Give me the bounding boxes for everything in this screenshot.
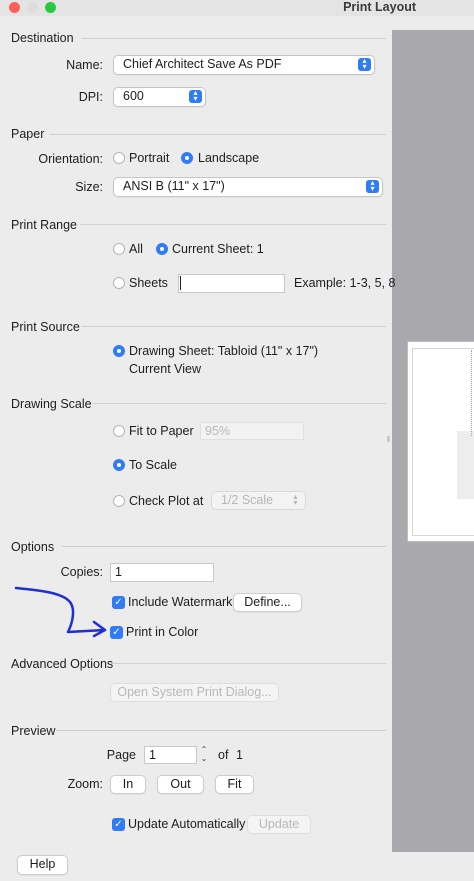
- page-input[interactable]: 1: [144, 746, 197, 764]
- text-cursor: [180, 276, 181, 290]
- check-plot-radio[interactable]: [113, 495, 125, 507]
- include-watermark-checkbox[interactable]: ✓: [112, 596, 125, 609]
- destination-heading: Destination: [11, 31, 74, 45]
- fit-to-paper-radio[interactable]: [113, 425, 125, 437]
- preview-dotted-line: [471, 350, 472, 436]
- drawing-scale-heading: Drawing Scale: [11, 397, 92, 411]
- dpi-label: DPI:: [78, 90, 103, 104]
- popup-arrows-icon: ▴ ▾: [366, 179, 379, 193]
- drawing-sheet-label[interactable]: Drawing Sheet: Tabloid (11" x 17"): [129, 344, 318, 358]
- print-in-color-checkbox[interactable]: ✓: [110, 626, 123, 639]
- advanced-options-heading: Advanced Options: [11, 657, 114, 671]
- update-automatically-checkbox[interactable]: ✓: [112, 818, 125, 831]
- to-scale-label[interactable]: To Scale: [129, 458, 177, 472]
- close-window-icon[interactable]: [9, 2, 20, 13]
- page-value: 1: [149, 748, 156, 762]
- paper-heading: Paper: [11, 127, 45, 141]
- zoom-out-button[interactable]: Out: [157, 775, 204, 794]
- page-total: 1: [236, 748, 243, 762]
- landscape-radio[interactable]: [181, 152, 193, 164]
- page-label: Page: [106, 748, 136, 762]
- copies-input[interactable]: 1: [110, 563, 214, 582]
- sheets-input[interactable]: [178, 274, 285, 293]
- options-divider: [62, 546, 386, 547]
- options-heading: Options: [11, 540, 55, 554]
- page-stepper[interactable]: ⌃ ⌄: [199, 745, 209, 765]
- fit-to-paper-value: 95%: [205, 424, 231, 438]
- define-watermark-button[interactable]: Define...: [233, 593, 302, 612]
- minimize-window-icon[interactable]: [27, 2, 38, 13]
- dpi-popup[interactable]: 600 ▴ ▾: [113, 87, 206, 107]
- paper-size-popup[interactable]: ANSI B (11" x 17") ▴ ▾: [113, 177, 383, 197]
- print-range-heading: Print Range: [11, 218, 78, 232]
- printer-name-popup[interactable]: Chief Architect Save As PDF ▴ ▾: [113, 55, 375, 75]
- zoom-fit-button[interactable]: Fit: [215, 775, 254, 794]
- to-scale-radio[interactable]: [113, 459, 125, 471]
- print-in-color-label[interactable]: Print in Color: [126, 625, 198, 639]
- print-range-divider: [80, 224, 386, 225]
- of-label: of: [218, 748, 229, 762]
- zoom-window-icon[interactable]: [45, 2, 56, 13]
- all-radio[interactable]: [113, 243, 125, 255]
- copies-value: 1: [115, 565, 122, 579]
- preview-heading: Preview: [11, 724, 56, 738]
- size-label: Size:: [75, 180, 103, 194]
- name-label: Name:: [66, 58, 103, 72]
- sheets-example: Example: 1-3, 5, 8: [294, 276, 396, 290]
- current-view-label[interactable]: Current View: [129, 362, 201, 376]
- printer-name-value: Chief Architect Save As PDF: [123, 57, 282, 71]
- check-plot-scale-value: 1/2 Scale: [221, 493, 274, 507]
- current-sheet-radio[interactable]: [156, 243, 168, 255]
- check-plot-scale-popup[interactable]: 1/2 Scale ▴ ▾: [211, 491, 306, 510]
- all-label[interactable]: All: [129, 242, 143, 256]
- portrait-label[interactable]: Portrait: [129, 151, 169, 165]
- update-button[interactable]: Update: [247, 815, 311, 834]
- popup-arrows-icon: ▴ ▾: [358, 57, 371, 71]
- print-source-heading: Print Source: [11, 320, 80, 334]
- drawing-scale-divider: [92, 403, 386, 404]
- hand-drawn-arrow-icon: [14, 586, 107, 638]
- splitter-handle[interactable]: [387, 436, 390, 442]
- paper-divider: [50, 134, 386, 135]
- help-button[interactable]: Help: [17, 855, 68, 875]
- popup-arrows-icon: ▴ ▾: [189, 89, 202, 103]
- advanced-options-divider: [111, 663, 386, 664]
- destination-divider: [82, 38, 386, 39]
- portrait-radio[interactable]: [113, 152, 125, 164]
- dpi-value: 600: [123, 89, 144, 103]
- sheets-radio[interactable]: [113, 277, 125, 289]
- window-title: Print Layout: [343, 0, 416, 14]
- sheets-label[interactable]: Sheets: [129, 276, 168, 290]
- drawing-sheet-radio[interactable]: [113, 345, 125, 357]
- fit-to-paper-input[interactable]: 95%: [200, 422, 304, 440]
- zoom-in-button[interactable]: In: [110, 775, 146, 794]
- preview-title-block: [457, 431, 474, 499]
- preview-divider: [56, 730, 386, 731]
- popup-arrows-icon: ▴ ▾: [293, 492, 298, 507]
- zoom-label: Zoom:: [67, 777, 103, 791]
- copies-label: Copies:: [60, 565, 103, 579]
- open-system-print-dialog-button[interactable]: Open System Print Dialog...: [110, 683, 279, 702]
- paper-size-value: ANSI B (11" x 17"): [123, 179, 225, 193]
- orientation-label: Orientation:: [38, 152, 103, 166]
- check-plot-label[interactable]: Check Plot at: [129, 494, 203, 508]
- fit-to-paper-label[interactable]: Fit to Paper: [129, 424, 194, 438]
- update-automatically-label[interactable]: Update Automatically: [128, 817, 245, 831]
- include-watermark-label[interactable]: Include Watermark: [128, 595, 232, 609]
- current-sheet-label[interactable]: Current Sheet: 1: [172, 242, 264, 256]
- landscape-label[interactable]: Landscape: [198, 151, 259, 165]
- print-source-divider: [82, 326, 386, 327]
